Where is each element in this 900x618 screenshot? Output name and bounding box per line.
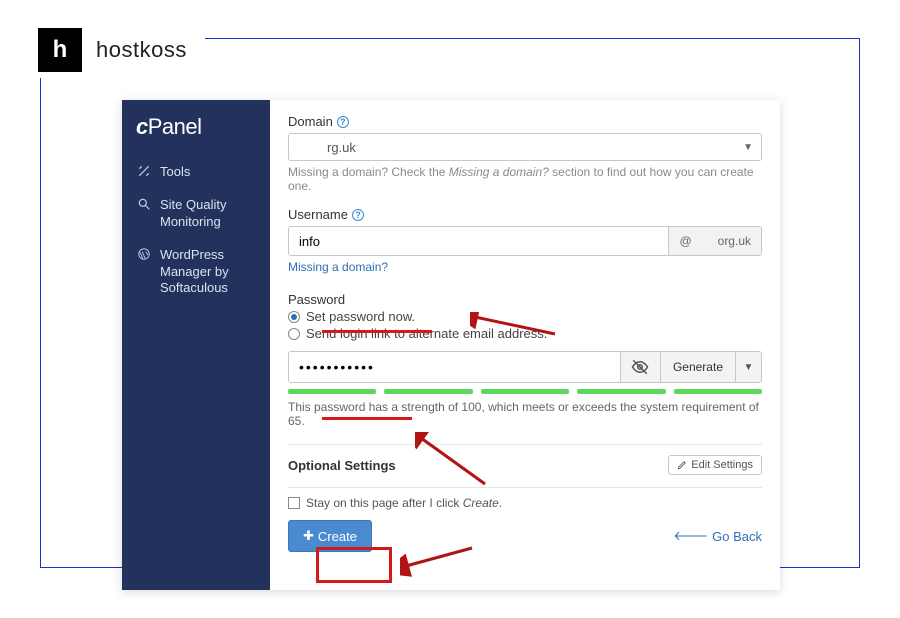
missing-domain-link[interactable]: Missing a domain? — [288, 260, 388, 274]
radio-send-login-link[interactable]: Send login link to alternate email addre… — [288, 326, 762, 341]
sidebar-item-label: Tools — [160, 164, 258, 181]
brand-bar: h hostkoss — [32, 22, 205, 78]
sidebar-item-wordpress[interactable]: WordPress Manager by Softaculous — [122, 239, 270, 306]
sidebar: cPanel Tools Site Quality Monitoring Wor… — [122, 100, 270, 590]
footer-row: ✚ Create 🡐 Go Back — [288, 520, 762, 552]
chevron-down-icon: ▼ — [743, 142, 753, 153]
optional-settings-header: Optional Settings Edit Settings — [288, 444, 762, 475]
eye-off-icon — [631, 358, 649, 376]
radio-icon — [288, 311, 300, 323]
username-row: @org.uk — [288, 226, 762, 256]
sidebar-item-label: WordPress Manager by Softaculous — [160, 247, 258, 298]
cpanel-window: cPanel Tools Site Quality Monitoring Wor… — [122, 100, 780, 590]
stay-on-page-row[interactable]: Stay on this page after I click Create. — [288, 496, 762, 510]
help-icon[interactable]: ? — [337, 116, 349, 128]
cpanel-logo: cPanel — [122, 100, 270, 150]
password-row: Generate ▼ — [288, 351, 762, 383]
domain-label: Domain ? — [288, 114, 762, 129]
sidebar-item-label: Site Quality Monitoring — [160, 197, 258, 231]
create-button[interactable]: ✚ Create — [288, 520, 372, 552]
main-panel: Domain ? rg.uk ▼ Missing a domain? Check… — [270, 100, 780, 590]
hostkoss-logo: h — [38, 28, 82, 72]
optional-settings-title: Optional Settings — [288, 458, 396, 473]
radio-set-password[interactable]: Set password now. — [288, 309, 762, 324]
domain-select[interactable]: rg.uk ▼ — [288, 133, 762, 161]
username-domain-suffix: @org.uk — [668, 227, 761, 255]
toggle-password-visibility[interactable] — [620, 352, 660, 382]
divider — [288, 487, 762, 488]
tools-icon — [136, 164, 152, 181]
domain-value: rg.uk — [327, 140, 356, 155]
sidebar-item-tools[interactable]: Tools — [122, 156, 270, 189]
help-icon[interactable]: ? — [352, 209, 364, 221]
pencil-icon — [677, 460, 687, 470]
password-input[interactable] — [289, 352, 620, 382]
password-label: Password — [288, 292, 762, 307]
checkbox-icon[interactable] — [288, 497, 300, 509]
plus-icon: ✚ — [303, 528, 314, 544]
username-input[interactable] — [289, 227, 668, 255]
username-label: Username ? — [288, 207, 762, 222]
edit-settings-button[interactable]: Edit Settings — [668, 455, 762, 475]
generate-dropdown[interactable]: ▼ — [735, 352, 761, 382]
hostkoss-name: hostkoss — [96, 37, 187, 63]
go-back-link[interactable]: 🡐 Go Back — [673, 528, 762, 544]
password-strength-text: This password has a strength of 100, whi… — [288, 400, 762, 428]
domain-hint: Missing a domain? Check the Missing a do… — [288, 165, 762, 193]
wordpress-icon — [136, 247, 152, 298]
generate-password-button[interactable]: Generate — [660, 352, 735, 382]
arrow-left-icon: 🡐 — [673, 528, 708, 544]
magnifier-icon — [136, 197, 152, 231]
password-strength-meter — [288, 389, 762, 394]
sidebar-item-site-quality[interactable]: Site Quality Monitoring — [122, 189, 270, 239]
radio-icon — [288, 328, 300, 340]
